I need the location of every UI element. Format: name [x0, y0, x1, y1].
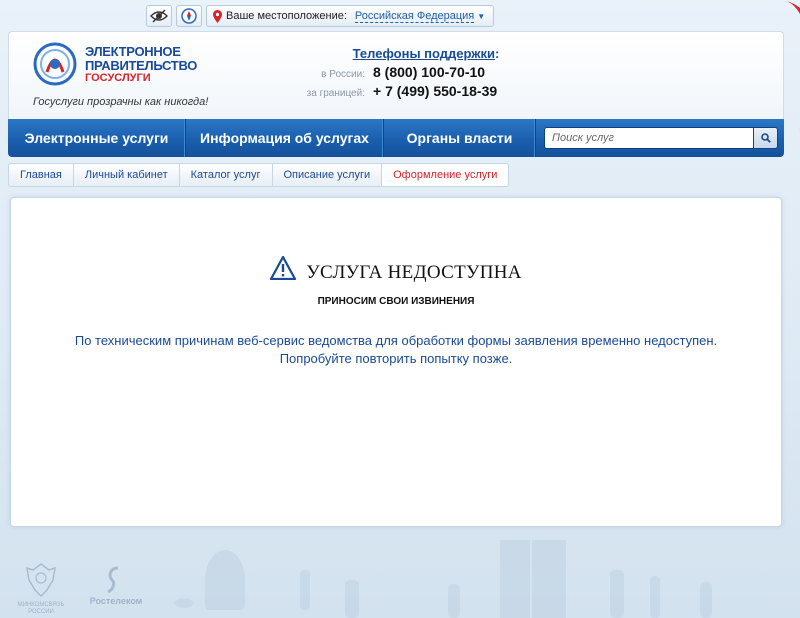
- phone-label: за границей:: [306, 88, 365, 99]
- logo-line1: ЭЛЕКТРОННОЕ: [85, 44, 181, 59]
- breadcrumb: Главная Личный кабинет Каталог услуг Опи…: [8, 163, 510, 187]
- compass-button[interactable]: [176, 5, 202, 27]
- breadcrumb-service-application: Оформление услуги: [381, 163, 510, 187]
- search-box: [544, 127, 778, 149]
- caret-down-icon: ▼: [477, 11, 486, 21]
- minkomsvyaz-logo[interactable]: МИНКОМСВЯЗЬ РОССИИ: [16, 560, 66, 616]
- breadcrumb-service-description[interactable]: Описание услуги: [271, 163, 383, 187]
- search-icon: [760, 133, 771, 143]
- rostelecom-label: Ростелеком: [89, 596, 143, 606]
- logo-line3: ГОСУСЛУГИ: [85, 72, 151, 84]
- main-nav: Электронные услуги Информация об услугах…: [8, 119, 784, 157]
- location-selector[interactable]: Ваше местоположение: Российская Федераци…: [206, 5, 495, 27]
- phone-number: + 7 (499) 550-18-39: [373, 83, 498, 99]
- search-button[interactable]: [754, 127, 778, 149]
- compass-icon: [181, 8, 197, 24]
- breadcrumb-personal-account[interactable]: Личный кабинет: [72, 163, 180, 187]
- top-utility-bar: Ваше местоположение: Российская Федераци…: [146, 5, 495, 27]
- phone-number: 8 (800) 100-70-10: [373, 64, 486, 80]
- footer: МИНКОМСВЯЗЬ РОССИИ Ростелеком: [0, 540, 800, 618]
- phones-title-link[interactable]: Телефоны поддержки: [353, 46, 495, 61]
- rostelecom-logo-icon: [107, 566, 119, 594]
- search-input[interactable]: [544, 127, 754, 149]
- phone-row-abroad: за границей: + 7 (499) 550-18-39: [299, 83, 519, 99]
- error-message-line1: По техническим причинам веб-сервис ведом…: [74, 333, 718, 348]
- coat-of-arms-icon: [26, 563, 56, 598]
- logo-line2: ПРАВИТЕЛЬСТВО: [85, 58, 198, 73]
- phones-title: Телефоны поддержки:: [333, 46, 519, 61]
- nav-service-info[interactable]: Информация об услугах: [186, 119, 384, 157]
- rostelecom-logo[interactable]: Ростелеком: [86, 566, 146, 606]
- low-vision-icon: [150, 9, 168, 23]
- phone-row-russia: в России: 8 (800) 100-70-10: [299, 64, 519, 80]
- error-panel: УСЛУГА НЕДОСТУПНА ПРИНОСИМ СВОИ ИЗВИНЕНИ…: [10, 197, 782, 527]
- error-title: УСЛУГА НЕДОСТУПНА: [306, 262, 522, 283]
- error-message-line2: Попробуйте повторить попытку позже.: [279, 351, 513, 366]
- location-label: Ваше местоположение:: [226, 10, 347, 22]
- low-vision-button[interactable]: [146, 5, 172, 27]
- site-header: ЭЛЕКТРОННОЕ ПРАВИТЕЛЬСТВО ГОСУСЛУГИ Госу…: [8, 31, 784, 119]
- support-phones: Телефоны поддержки: в России: 8 (800) 10…: [299, 46, 519, 99]
- nav-authorities[interactable]: Органы власти: [384, 119, 536, 157]
- error-message: По техническим причинам веб-сервис ведом…: [11, 332, 781, 368]
- minkomsvyaz-label: МИНКОМСВЯЗЬ РОССИИ: [17, 602, 65, 615]
- gosuslugi-emblem-icon: [33, 42, 77, 86]
- location-pin-icon: [213, 9, 222, 23]
- phone-label: в России:: [321, 69, 365, 80]
- location-value-link[interactable]: Российская Федерация: [354, 10, 475, 23]
- error-subtitle: ПРИНОСИМ СВОИ ИЗВИНЕНИЯ: [317, 296, 475, 307]
- gosuslugi-logo[interactable]: ЭЛЕКТРОННОЕ ПРАВИТЕЛЬСТВО ГОСУСЛУГИ: [31, 40, 211, 90]
- warning-icon: [270, 256, 297, 280]
- error-title-row: УСЛУГА НЕДОСТУПНА: [11, 256, 781, 284]
- nav-electronic-services[interactable]: Электронные услуги: [8, 119, 186, 157]
- breadcrumb-home[interactable]: Главная: [8, 163, 74, 187]
- phones-title-colon: :: [495, 46, 500, 61]
- breadcrumb-service-catalog[interactable]: Каталог услуг: [178, 163, 273, 187]
- site-slogan: Госуслуги прозрачны как никогда!: [33, 96, 209, 108]
